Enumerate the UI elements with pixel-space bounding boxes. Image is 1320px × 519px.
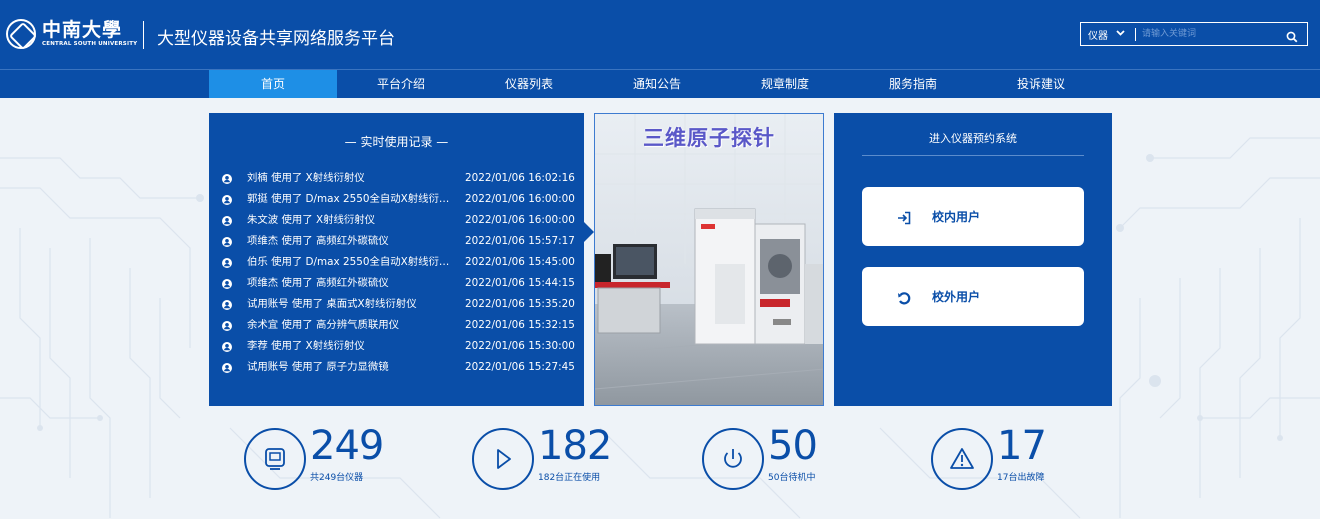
external-user-label: 校外用户 xyxy=(932,290,981,304)
records-title: — 实时使用记录 — xyxy=(344,135,449,149)
record-text: 朱文波 使用了 X射线衍射仪 xyxy=(247,214,376,226)
record-text: 试用账号 使用了 桌面式X射线衍射仪 xyxy=(247,298,417,310)
realtime-records-panel: — 实时使用记录 — 刘楠 使用了 X射线衍射仪 2022/01/06 16:02… xyxy=(209,113,584,406)
record-time: 2022/01/06 15:32:15 xyxy=(465,319,575,331)
stat-faulty-number: 17 xyxy=(997,423,1047,469)
login-icon xyxy=(897,210,911,224)
play-icon xyxy=(472,428,534,490)
stat-in-use-number: 182 xyxy=(538,423,612,469)
user-icon xyxy=(222,258,232,268)
record-time: 2022/01/06 15:57:17 xyxy=(465,235,575,247)
university-seal-icon[interactable] xyxy=(6,19,36,49)
header-divider xyxy=(143,21,144,49)
university-logo-en: CENTRAL SOUTH UNIVERSITY xyxy=(42,41,138,47)
stat-standby-number: 50 xyxy=(768,423,818,469)
redo-icon xyxy=(897,290,911,304)
search-type-label: 仪器 xyxy=(1088,30,1108,42)
record-row: 朱文波 使用了 X射线衍射仪 2022/01/06 16:00:00 xyxy=(222,213,575,234)
record-time: 2022/01/06 15:44:15 xyxy=(465,277,575,289)
record-text: 李荐 使用了 X射线衍射仪 xyxy=(247,340,365,352)
record-time: 2022/01/06 15:30:00 xyxy=(465,340,575,352)
user-icon xyxy=(222,174,232,184)
search-bar: 仪器 xyxy=(1080,22,1308,46)
instrument-photo[interactable]: 三维原子探针 xyxy=(594,113,824,406)
search-separator xyxy=(1135,27,1136,41)
stat-total-number: 249 xyxy=(310,423,384,469)
nav-item-instrument-list[interactable]: 仪器列表 xyxy=(465,70,593,98)
records-arrow xyxy=(584,222,594,242)
monitor-icon xyxy=(244,428,306,490)
user-icon xyxy=(222,321,232,331)
site-header: 中南大學 CENTRAL SOUTH UNIVERSITY 大型仪器设备共享网络… xyxy=(0,0,1320,69)
user-icon xyxy=(222,342,232,352)
record-row: 余术宜 使用了 高分辨气质联用仪 2022/01/06 15:32:15 xyxy=(222,318,575,339)
record-time: 2022/01/06 16:00:00 xyxy=(465,214,575,226)
record-text: 刘楠 使用了 X射线衍射仪 xyxy=(247,172,365,184)
site-title: 大型仪器设备共享网络服务平台 xyxy=(157,29,395,49)
user-icon xyxy=(222,216,232,226)
warning-icon xyxy=(931,428,993,490)
record-row: 试用账号 使用了 原子力显微镜 2022/01/06 15:27:45 xyxy=(222,360,575,381)
user-icon xyxy=(222,195,232,205)
record-time: 2022/01/06 16:02:16 xyxy=(465,172,575,184)
stat-in-use-label: 182台正在使用 xyxy=(538,473,601,483)
nav-item-regulations[interactable]: 规章制度 xyxy=(721,70,849,98)
record-time: 2022/01/06 15:35:20 xyxy=(465,298,575,310)
external-user-button[interactable]: 校外用户 xyxy=(862,267,1084,326)
nav-item-feedback[interactable]: 投诉建议 xyxy=(977,70,1105,98)
nav-item-home[interactable]: 首页 xyxy=(209,70,337,98)
user-icon xyxy=(222,279,232,289)
instrument-photo-image xyxy=(595,114,823,405)
university-logo-text[interactable]: 中南大學 xyxy=(42,15,122,42)
record-row: 伯乐 使用了 D/max 2550全自动X射线衍射仪 2022/01/06 15:… xyxy=(222,255,575,276)
record-text: 项维杰 使用了 高频红外碳硫仪 xyxy=(247,235,389,247)
record-time: 2022/01/06 16:00:00 xyxy=(465,193,575,205)
nav-item-service-guide[interactable]: 服务指南 xyxy=(849,70,977,98)
records-list: 刘楠 使用了 X射线衍射仪 2022/01/06 16:02:16 郭挺 使用了 D… xyxy=(222,171,575,381)
photo-caption: 三维原子探针 xyxy=(643,126,775,150)
stat-standby-label: 50台待机中 xyxy=(768,473,816,483)
power-icon xyxy=(702,428,764,490)
stat-faulty-label: 17台出故障 xyxy=(997,473,1045,483)
search-icon[interactable] xyxy=(1286,28,1298,43)
internal-user-label: 校内用户 xyxy=(932,210,981,224)
record-text: 郭挺 使用了 D/max 2550全自动X射线衍射仪 xyxy=(247,193,453,205)
record-row: 刘楠 使用了 X射线衍射仪 2022/01/06 16:02:16 xyxy=(222,171,575,192)
record-row: 郭挺 使用了 D/max 2550全自动X射线衍射仪 2022/01/06 16:… xyxy=(222,192,575,213)
record-time: 2022/01/06 15:45:00 xyxy=(465,256,575,268)
user-icon xyxy=(222,363,232,373)
booking-panel: 进入仪器预约系统 校内用户 校外用户 xyxy=(834,113,1112,406)
search-input[interactable] xyxy=(1142,24,1262,44)
chevron-down-icon xyxy=(1116,29,1125,39)
booking-title: 进入仪器预约系统 xyxy=(929,132,1017,145)
record-text: 项维杰 使用了 高频红外碳硫仪 xyxy=(247,277,389,289)
main-nav: 首页 平台介绍 仪器列表 通知公告 规章制度 服务指南 投诉建议 xyxy=(0,69,1320,98)
record-text: 伯乐 使用了 D/max 2550全自动X射线衍射仪 xyxy=(247,256,453,268)
record-row: 李荐 使用了 X射线衍射仪 2022/01/06 15:30:00 xyxy=(222,339,575,360)
nav-item-platform-intro[interactable]: 平台介绍 xyxy=(337,70,465,98)
record-time: 2022/01/06 15:27:45 xyxy=(465,361,575,373)
stat-total-label: 共249台仪器 xyxy=(310,473,364,483)
record-text: 试用账号 使用了 原子力显微镜 xyxy=(247,361,389,373)
record-row: 项维杰 使用了 高频红外碳硫仪 2022/01/06 15:44:15 xyxy=(222,276,575,297)
user-icon xyxy=(222,237,232,247)
nav-item-notices[interactable]: 通知公告 xyxy=(593,70,721,98)
record-text: 余术宜 使用了 高分辨气质联用仪 xyxy=(247,319,400,331)
internal-user-button[interactable]: 校内用户 xyxy=(862,187,1084,246)
record-row: 项维杰 使用了 高频红外碳硫仪 2022/01/06 15:57:17 xyxy=(222,234,575,255)
booking-divider xyxy=(862,155,1084,156)
record-row: 试用账号 使用了 桌面式X射线衍射仪 2022/01/06 15:35:20 xyxy=(222,297,575,318)
search-type-select[interactable]: 仪器 xyxy=(1081,27,1125,42)
user-icon xyxy=(222,300,232,310)
